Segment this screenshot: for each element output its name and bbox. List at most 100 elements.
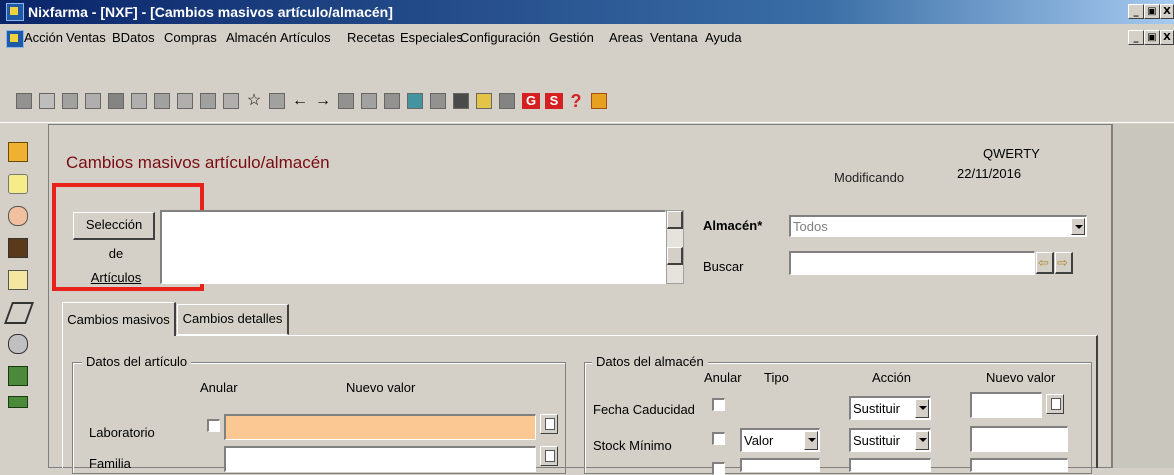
familia-input[interactable] [224,446,536,472]
menu-ventana[interactable]: Ventana [650,29,698,47]
pencil-icon[interactable] [131,93,147,109]
laboratorio-anular-checkbox[interactable] [207,419,220,432]
s-icon[interactable]: S [545,93,563,109]
g-icon[interactable]: G [522,93,540,109]
next-row-anular-checkbox[interactable] [712,462,725,475]
export-icon[interactable] [269,93,285,109]
tab-cambios-detalles[interactable]: Cambios detalles [177,304,289,335]
buscar-label: Buscar [703,259,744,274]
fecha-caducidad-accion-value: Sustituir [853,401,900,416]
left-strip-pen-icon[interactable] [3,302,35,324]
menu-gestion[interactable]: Gestión [549,29,594,47]
search-icon[interactable] [384,93,400,109]
table-icon[interactable] [200,93,216,109]
left-strip-toggle-icon[interactable] [8,174,28,194]
next-row-accion-select[interactable] [849,458,931,472]
menu-ayuda[interactable]: Ayuda [705,29,742,47]
doc2-icon[interactable] [223,93,239,109]
form-title: Cambios masivos artículo/almacén [66,153,330,172]
laboratorio-label: Laboratorio [89,425,155,440]
printer-icon[interactable] [361,93,377,109]
left-strip-users-icon[interactable] [8,334,28,354]
left-strip-cart-icon[interactable] [8,238,28,258]
next-row-tipo-select[interactable] [740,458,820,472]
arrow-right-icon[interactable]: → [315,93,331,109]
user-name: QWERTY [983,146,1040,161]
menu-accion[interactable]: Acción [24,29,63,47]
mdi-minimize-button[interactable]: _ [1128,30,1144,45]
buscar-prev-button[interactable]: ⇦ [1036,252,1054,274]
stop-icon[interactable] [453,93,469,109]
left-strip-more-icon[interactable] [8,396,28,408]
menu-ventas[interactable]: Ventas [66,29,106,47]
fecha-caducidad-accion-arrow[interactable] [915,399,929,418]
articulo-nuevo-valor-header: Nuevo valor [346,380,416,395]
almacen-accion-header: Acción [872,370,912,385]
scroll-up-button[interactable] [667,211,683,229]
menu-almacen[interactable]: Almacén [226,29,277,47]
mode-status: Modificando [834,170,905,185]
almacen-select[interactable]: Todos [789,215,1087,237]
fecha-caducidad-accion-select[interactable]: Sustituir [849,396,931,420]
import-icon[interactable] [338,93,354,109]
laboratorio-input[interactable] [224,414,536,440]
grid-icon[interactable] [154,93,170,109]
buscar-next-button[interactable]: ⇨ [1055,252,1073,274]
buscar-input[interactable] [789,251,1035,275]
stock-minimo-value-input[interactable] [970,426,1068,452]
menu-recetas[interactable]: Recetas [347,29,395,47]
stock-minimo-tipo-arrow[interactable] [804,431,818,450]
fecha-caducidad-anular-checkbox[interactable] [712,398,725,411]
minimize-button[interactable]: _ [1128,4,1144,19]
menu-especiales[interactable]: Especiales [400,29,463,47]
menu-areas[interactable]: Areas [609,29,643,47]
exit-icon[interactable] [591,93,607,109]
left-strip-group-icon[interactable] [8,270,28,290]
restore-button[interactable]: ▣ [1144,4,1160,19]
stock-minimo-anular-checkbox[interactable] [712,432,725,445]
ficha-icon[interactable] [16,93,32,109]
left-strip-ficha-icon[interactable] [8,142,28,162]
almacen-dropdown-arrow[interactable] [1071,218,1085,235]
disk-icon[interactable] [85,93,101,109]
left-strip-register-icon[interactable] [8,366,28,386]
laboratorio-lookup-icon[interactable] [540,414,558,434]
datos-almacen-title: Datos del almacén [592,354,708,370]
menu-articulos[interactable]: Artículos [280,29,331,47]
calendar-icon[interactable] [1046,394,1064,414]
tools-icon[interactable] [407,93,423,109]
next-row-value-input[interactable] [970,458,1068,472]
mdi-child-icon[interactable] [6,30,24,48]
stock-minimo-accion-select[interactable]: Sustituir [849,428,931,452]
familia-lookup-icon[interactable] [540,446,558,466]
almacen-tipo-header: Tipo [764,370,789,385]
list-scrollbar[interactable] [666,210,684,284]
selected-articles-list[interactable] [160,210,666,284]
menu-configuracion[interactable]: Configuración [460,29,540,47]
doc-icon[interactable] [177,93,193,109]
left-strip-person-icon[interactable] [8,206,28,226]
star-icon[interactable]: ☆ [246,93,262,109]
cart-icon[interactable] [499,93,515,109]
tab-cambios-masivos[interactable]: Cambios masivos [62,302,176,336]
help-icon[interactable]: ? [568,92,584,110]
edit-icon[interactable] [62,93,78,109]
list-icon[interactable] [39,93,55,109]
arrow-left-icon[interactable]: ← [292,93,308,109]
stock-minimo-accion-arrow[interactable] [915,431,929,450]
mdi-close-button[interactable]: X [1160,30,1174,45]
almacen-value: Todos [793,219,828,234]
close-button[interactable]: X [1160,4,1174,19]
mdi-restore-button[interactable]: ▣ [1144,30,1160,45]
app-icon[interactable] [6,3,24,21]
menu-compras[interactable]: Compras [164,29,217,47]
menu-bdatos[interactable]: BDatos [112,29,155,47]
print-icon[interactable] [108,93,124,109]
mdi-background [1112,124,1174,468]
familia-label: Familia [89,456,131,471]
scroll-down-button[interactable] [667,247,683,265]
stock-minimo-tipo-select[interactable]: Valor [740,428,820,452]
monitor-icon[interactable] [476,93,492,109]
home-icon[interactable] [430,93,446,109]
fecha-caducidad-value-input[interactable] [970,392,1042,418]
